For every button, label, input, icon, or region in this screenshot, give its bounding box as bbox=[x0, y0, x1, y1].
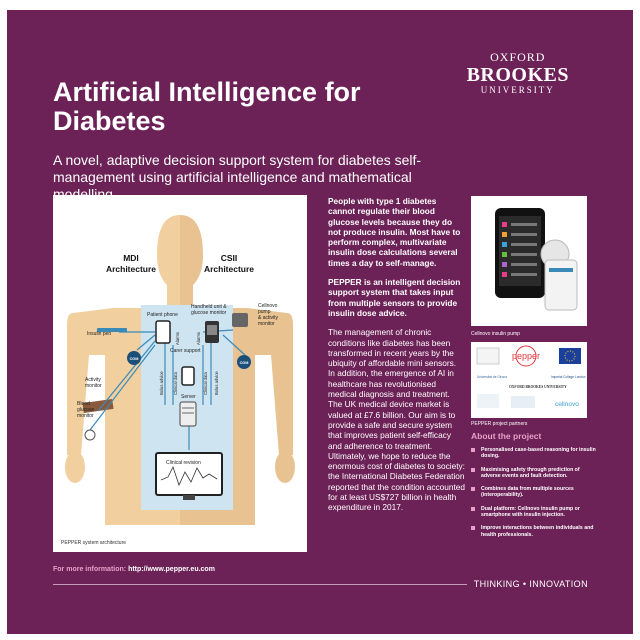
partner-crest-icon bbox=[476, 347, 500, 365]
head-left bbox=[157, 215, 180, 305]
pepper-paragraph: PEPPER is an intelligent decision suppor… bbox=[328, 277, 461, 318]
blood-label-3: monitor bbox=[77, 413, 94, 419]
pump-image bbox=[471, 196, 587, 326]
about-item: Improve interactions between individuals… bbox=[471, 525, 597, 538]
pump-body bbox=[544, 259, 578, 311]
alarms-right-label: Alarms bbox=[196, 332, 201, 345]
mdi-architecture-label: Architecture bbox=[106, 264, 156, 274]
left-hand bbox=[65, 451, 85, 483]
bolus-advice-left-label: Bolus advice bbox=[159, 371, 164, 395]
about-item: Dual platform: Cellnovo insulin pump or … bbox=[471, 506, 597, 519]
context-paragraph: The management of chronic conditions lik… bbox=[328, 327, 465, 513]
brookes-logo: OXFORD BROOKES UNIVERSITY bbox=[509, 385, 567, 389]
logo-line-1: OXFORD bbox=[490, 50, 546, 64]
oxford-brookes-logo: OXFORD BROOKES UNIVERSITY bbox=[467, 50, 569, 95]
about-item: Maximising safety through prediction of … bbox=[471, 467, 597, 480]
pump-caption: Cellnovo insulin pump bbox=[471, 331, 520, 337]
carer-phone-icon bbox=[181, 366, 195, 386]
partner-logo-box bbox=[477, 394, 499, 408]
poster-title: Artificial Intelligence for Diabetes bbox=[53, 77, 361, 136]
pepper-logo-text: pepper bbox=[512, 351, 540, 361]
cgm-left-label: CGM bbox=[130, 357, 139, 361]
architecture-diagram: CGM CGM MDI Architecture CSII Architectu… bbox=[65, 215, 295, 525]
mdi-label: MDI bbox=[123, 253, 139, 263]
architecture-figure: CGM CGM MDI Architecture CSII Architectu… bbox=[53, 195, 307, 552]
cellnovo-pump-icon bbox=[232, 313, 248, 327]
clinical-data-left-label: Clinical data bbox=[173, 372, 178, 395]
figure-caption: PEPPER system architecture bbox=[61, 540, 127, 546]
cellnovo-label-4: monitor bbox=[258, 321, 275, 327]
partners-caption: PEPPER project partners bbox=[471, 421, 528, 427]
bolus-advice-right-label: Bolus advice bbox=[214, 371, 219, 395]
insulin-pen-label: Insulin pen bbox=[87, 331, 111, 337]
partner-logo-grid: pepper Universitat de Girona OXFORD BROO… bbox=[476, 345, 586, 408]
clinical-data-right-label: Clinical data bbox=[203, 372, 208, 395]
logo-line-3: UNIVERSITY bbox=[480, 85, 555, 95]
about-list: Personalised case-based reasoning for in… bbox=[471, 447, 597, 545]
more-info-label: For more information: bbox=[53, 566, 127, 573]
more-info-url[interactable]: http://www.pepper.eu.com bbox=[128, 566, 215, 573]
imperial-logo: Imperial College London bbox=[551, 375, 586, 379]
clinical-revision-label: Clinical revision bbox=[166, 460, 201, 466]
server-label: Server bbox=[181, 394, 196, 400]
right-hand bbox=[275, 451, 295, 483]
footer-rule bbox=[53, 584, 467, 585]
partner-logo-box-2 bbox=[511, 396, 535, 408]
pump-illustration bbox=[495, 208, 578, 311]
alarms-left-label: Alarms bbox=[175, 332, 180, 345]
csii-architecture-label: Architecture bbox=[204, 264, 254, 274]
csii-label: CSII bbox=[221, 253, 238, 263]
handheld-label-2: glucose monitor bbox=[191, 310, 227, 316]
girona-logo: Universitat de Girona bbox=[477, 375, 507, 379]
handheld-screen bbox=[207, 325, 217, 335]
logo-line-2: BROOKES bbox=[466, 64, 569, 86]
carer-support-label: Carer support bbox=[170, 348, 201, 354]
cellnovo-logo: cellnovo bbox=[555, 401, 579, 408]
body-text: People with type 1 diabetes cannot regul… bbox=[328, 196, 465, 522]
poster: OXFORD BROOKES UNIVERSITY Artificial Int… bbox=[7, 10, 633, 634]
cgm-right-label: CGM bbox=[240, 361, 249, 365]
patient-phone-label: Patient phone bbox=[147, 312, 178, 318]
about-item: Combines data from multiple sources (int… bbox=[471, 486, 597, 499]
head-right bbox=[180, 215, 203, 305]
intro-paragraph: People with type 1 diabetes cannot regul… bbox=[328, 196, 461, 268]
eu-flag-icon bbox=[559, 348, 581, 364]
tagline: THINKING • INNOVATION bbox=[473, 579, 588, 589]
glucose-meter-icon bbox=[84, 429, 96, 441]
activity-label-2: monitor bbox=[85, 383, 102, 389]
about-heading: About the project bbox=[471, 431, 542, 441]
about-item: Personalised case-based reasoning for in… bbox=[471, 447, 597, 460]
patient-phone-icon bbox=[155, 320, 171, 344]
server-icon bbox=[179, 401, 197, 427]
partner-logos: pepper Universitat de Girona OXFORD BROO… bbox=[471, 342, 587, 418]
more-info: For more information: http://www.pepper.… bbox=[53, 566, 215, 573]
